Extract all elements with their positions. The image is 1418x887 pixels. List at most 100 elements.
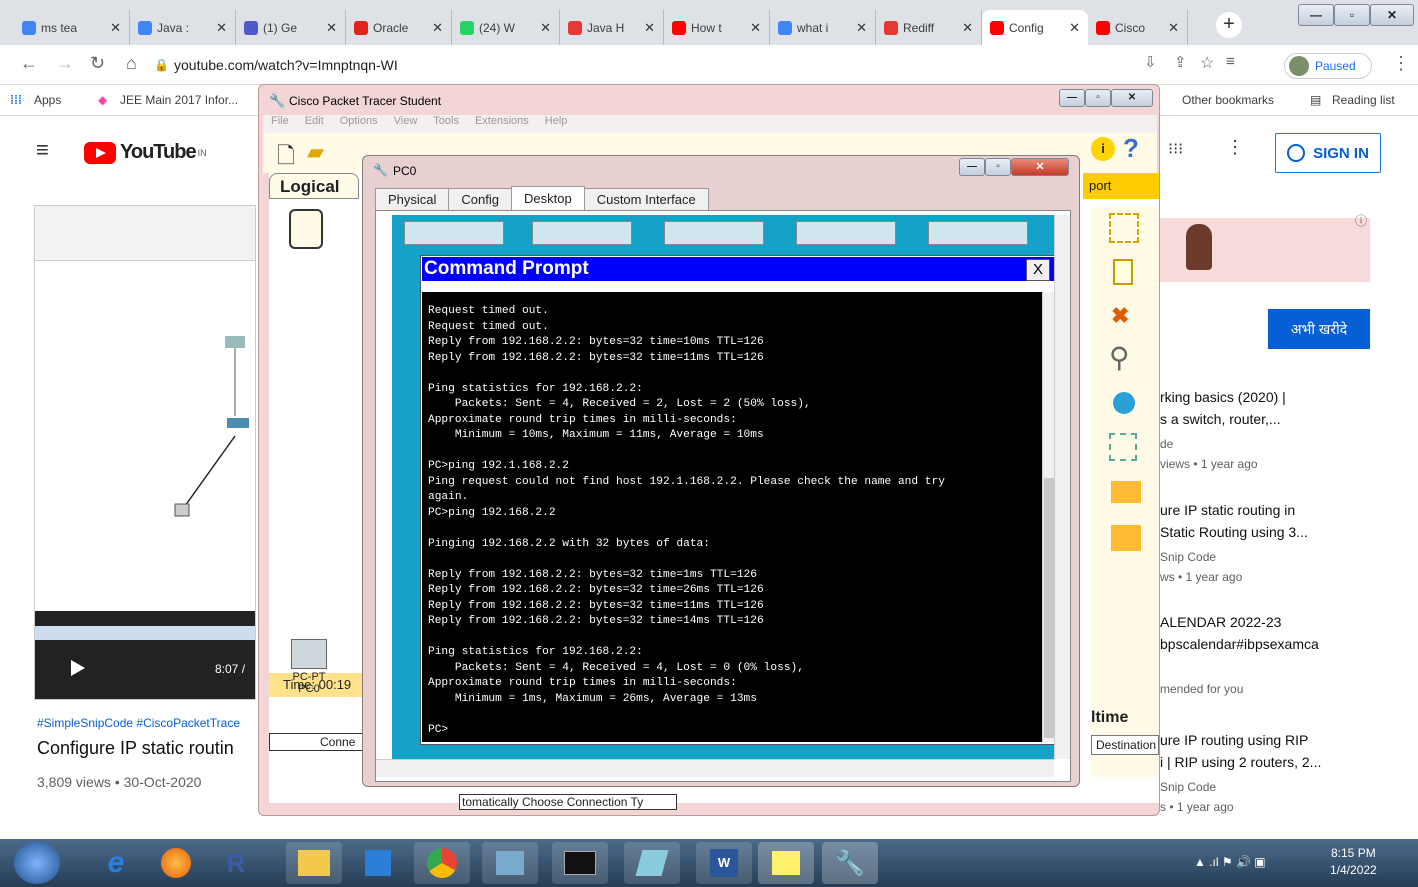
pc0-maximize-button[interactable]: ▫ xyxy=(985,158,1011,176)
maximize-button[interactable]: ▫ xyxy=(1334,4,1370,26)
terminal-output[interactable]: Request timed out. Request timed out. Re… xyxy=(422,292,1042,742)
delete-icon[interactable]: ✖ xyxy=(1111,303,1129,329)
logical-tab[interactable]: Logical xyxy=(269,173,359,199)
new-file-icon[interactable]: 🗋 xyxy=(277,139,295,177)
bookmark-other[interactable]: Other bookmarks xyxy=(1182,93,1274,107)
word-icon[interactable]: W xyxy=(696,842,752,884)
pc0-tab[interactable]: Physical xyxy=(375,188,450,210)
reload-icon[interactable]: ↻ xyxy=(90,53,105,74)
sidebar-video-title1[interactable]: ure IP routing using RIP xyxy=(1160,732,1308,748)
packet-tracer-icon[interactable]: 🔧 xyxy=(822,842,878,884)
tab-close-icon[interactable]: ✕ xyxy=(644,20,655,36)
apps-grid-icon[interactable]: ⁞⁞⁞ xyxy=(10,93,22,107)
pt-maximize-button[interactable]: ▫ xyxy=(1085,89,1111,107)
sign-in-button[interactable]: SIGN IN xyxy=(1275,133,1381,173)
pc0-minimize-button[interactable]: — xyxy=(959,158,985,176)
pc0-tab[interactable]: Config xyxy=(448,188,512,210)
select-icon[interactable] xyxy=(1109,213,1139,243)
bookmark-reading-list[interactable]: Reading list xyxy=(1332,93,1395,107)
pt-menu-item[interactable]: View xyxy=(394,115,418,127)
inspect-icon[interactable]: ⚲ xyxy=(1109,341,1130,374)
browser-tab[interactable]: ms tea ✕ xyxy=(14,10,130,45)
note-icon[interactable] xyxy=(1113,259,1133,285)
pc0-close-button[interactable]: ✕ xyxy=(1011,158,1069,176)
tab-close-icon[interactable]: ✕ xyxy=(750,20,761,36)
tab-close-icon[interactable]: ✕ xyxy=(856,20,867,36)
browser-tab[interactable]: How t ✕ xyxy=(664,10,770,45)
settings-more-icon[interactable]: ⋮ xyxy=(1226,137,1244,158)
desktop-app-ip-config[interactable] xyxy=(404,221,504,245)
share-icon[interactable]: ⇪ xyxy=(1174,53,1187,71)
bookmark-star-icon[interactable]: ☆ xyxy=(1200,53,1214,73)
desktop-app-terminal[interactable] xyxy=(664,221,764,245)
resize-icon[interactable] xyxy=(1109,433,1137,461)
sidebar-video-title1[interactable]: ALENDAR 2022-23 xyxy=(1160,614,1281,630)
tab-close-icon[interactable]: ✕ xyxy=(110,20,121,36)
youtube-logo[interactable]: YouTube IN xyxy=(84,141,207,164)
hamburger-icon[interactable]: ≡ xyxy=(36,137,49,163)
desktop-app-cmd[interactable] xyxy=(796,221,896,245)
file-explorer-icon[interactable] xyxy=(286,842,342,884)
pt-menu-item[interactable]: Extensions xyxy=(475,115,529,127)
pc0-tab[interactable]: Desktop xyxy=(511,186,585,210)
pt-menu-item[interactable]: Help xyxy=(545,115,568,127)
media-player-icon[interactable] xyxy=(350,842,406,884)
browser-tab[interactable]: Java : ✕ xyxy=(130,10,236,45)
cmd-close-button[interactable]: X xyxy=(1026,259,1050,281)
bookmark-jee[interactable]: JEE Main 2017 Infor... xyxy=(120,93,238,107)
firefox-icon[interactable] xyxy=(148,842,204,884)
r-icon[interactable]: R xyxy=(208,842,264,884)
menu-icon[interactable]: ⋮ xyxy=(1392,53,1410,74)
tab-close-icon[interactable]: ✕ xyxy=(962,20,973,36)
desktop-app-browser[interactable] xyxy=(928,221,1028,245)
new-tab-button[interactable]: + xyxy=(1216,12,1242,38)
ie-icon[interactable]: e xyxy=(88,842,144,884)
help-icon[interactable]: ? xyxy=(1123,133,1139,164)
browser-tab[interactable]: Config ✕ xyxy=(982,10,1088,45)
browser-tab[interactable]: Oracle ✕ xyxy=(346,10,452,45)
pt-menu-item[interactable]: Options xyxy=(340,115,378,127)
browser-tab[interactable]: Cisco ✕ xyxy=(1088,10,1188,45)
viewport-label[interactable]: port xyxy=(1083,173,1159,199)
realtime-mode-label[interactable]: ltime xyxy=(1091,709,1159,733)
notebook-icon[interactable] xyxy=(624,842,680,884)
add-complex-pdu-icon[interactable] xyxy=(1111,525,1141,551)
video-hashtags[interactable]: #SimpleSnipCode #CiscoPacketTrace xyxy=(37,716,240,730)
ad-buy-button[interactable]: अभी खरीदे xyxy=(1268,309,1370,349)
desktop-vscrollbar[interactable] xyxy=(1054,215,1070,759)
profile-paused-button[interactable]: Paused xyxy=(1284,53,1372,79)
back-icon[interactable]: ← xyxy=(20,53,38,74)
pt-close-button[interactable]: ✕ xyxy=(1111,89,1153,107)
control-panel-icon[interactable] xyxy=(482,842,538,884)
pc-device[interactable]: PC-PT PC0 xyxy=(291,639,327,695)
draw-shape-icon[interactable] xyxy=(1113,392,1135,414)
add-simple-pdu-icon[interactable] xyxy=(1111,481,1141,503)
sidebar-video-title1[interactable]: rking basics (2020) | xyxy=(1160,389,1286,405)
open-folder-icon[interactable]: ▰ xyxy=(307,139,324,165)
tab-close-icon[interactable]: ✕ xyxy=(216,20,227,36)
tab-close-icon[interactable]: ✕ xyxy=(326,20,337,36)
ad-banner[interactable] xyxy=(1160,218,1370,282)
chrome-icon[interactable] xyxy=(414,842,470,884)
bookmark-apps[interactable]: Apps xyxy=(34,93,61,107)
forward-icon[interactable]: → xyxy=(56,53,74,74)
sidebar-video-title2[interactable]: Static Routing using 3... xyxy=(1160,524,1308,540)
browser-tab[interactable]: Java H ✕ xyxy=(560,10,664,45)
tab-close-icon[interactable]: ✕ xyxy=(540,20,551,36)
pt-menu-item[interactable]: File xyxy=(271,115,289,127)
tray-icons[interactable]: ▲ .ıl ⚑ 🔊 ▣ xyxy=(1194,855,1266,869)
apps-icon[interactable]: ⁝⁝⁝ xyxy=(1168,139,1183,159)
pt-menu-item[interactable]: Tools xyxy=(433,115,459,127)
system-clock[interactable]: 8:15 PM 1/4/2022 xyxy=(1330,845,1377,879)
close-window-button[interactable]: ✕ xyxy=(1370,4,1414,26)
desktop-app-dialup[interactable] xyxy=(532,221,632,245)
tab-close-icon[interactable]: ✕ xyxy=(1069,20,1080,36)
browser-tab[interactable]: what i ✕ xyxy=(770,10,876,45)
browser-tab[interactable]: Rediff ✕ xyxy=(876,10,982,45)
pt-minimize-button[interactable]: — xyxy=(1059,89,1085,107)
sidebar-video-title2[interactable]: s a switch, router,... xyxy=(1160,411,1281,427)
sidebar-video-title2[interactable]: bpscalendar#ibpsexamca xyxy=(1160,636,1319,652)
install-icon[interactable]: ⇩ xyxy=(1144,53,1157,71)
info-icon[interactable]: i xyxy=(1091,137,1115,161)
browser-tab[interactable]: (1) Ge ✕ xyxy=(236,10,346,45)
